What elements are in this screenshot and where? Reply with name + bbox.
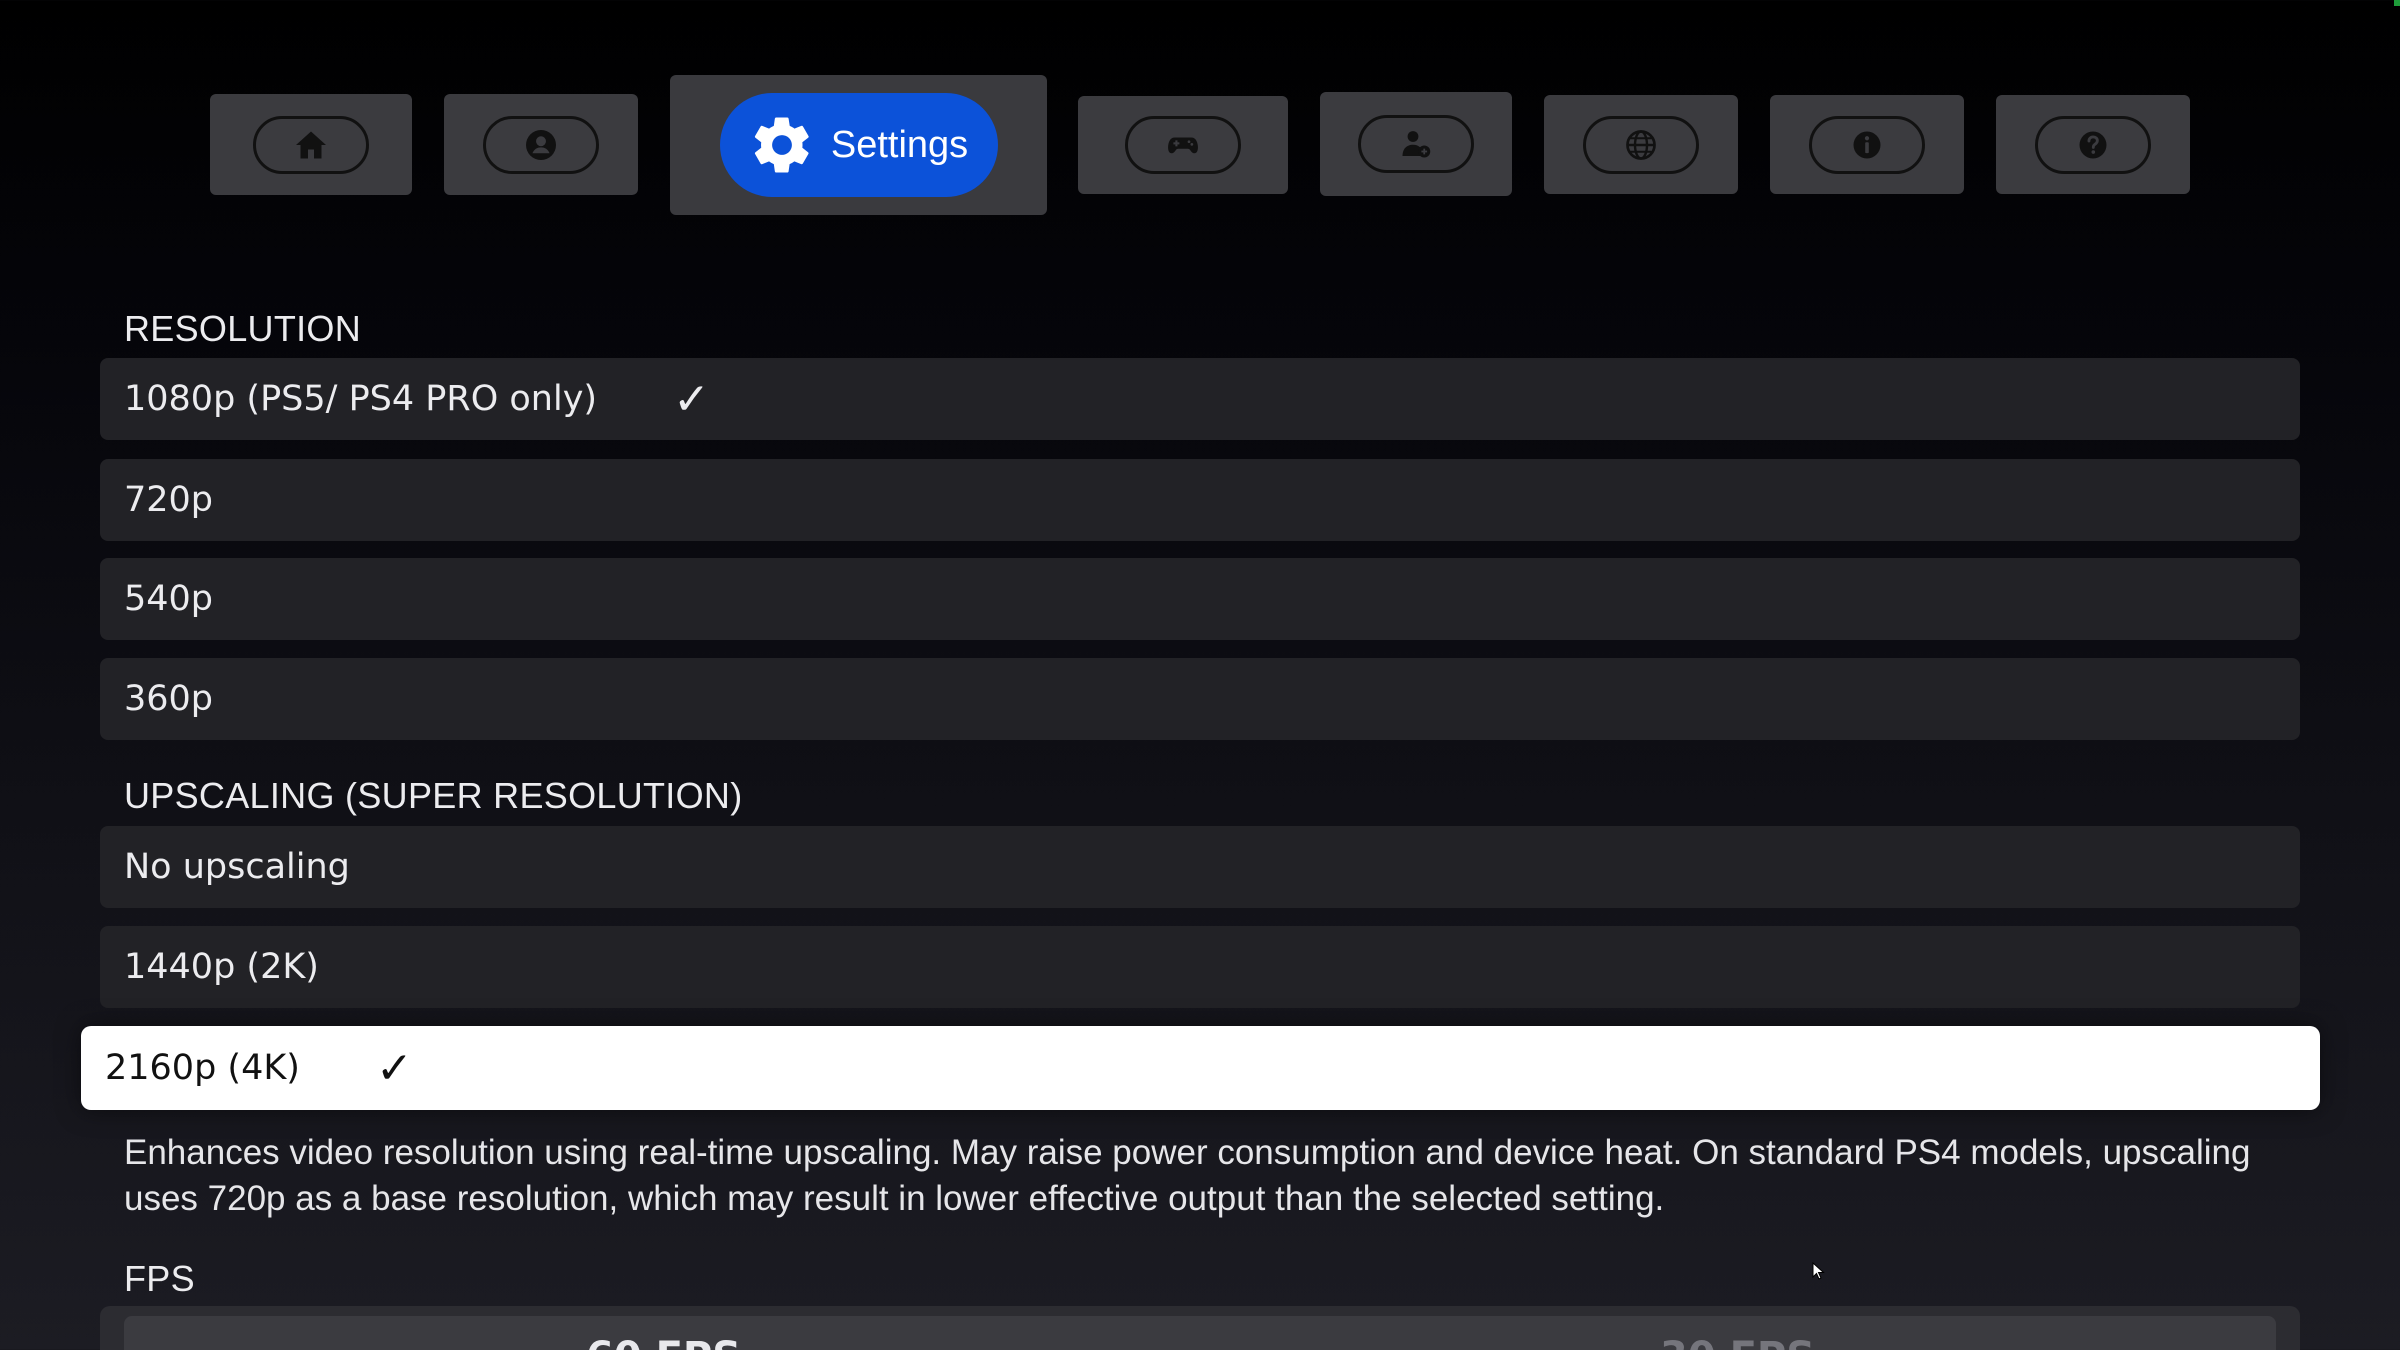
tab-add-user-pill — [1358, 115, 1474, 173]
tab-profile[interactable] — [444, 94, 638, 195]
tab-info[interactable] — [1770, 95, 1964, 194]
tab-settings[interactable]: Settings — [670, 75, 1047, 215]
resolution-option-720p[interactable]: 720p — [100, 459, 2300, 541]
resolution-option-360p[interactable]: 360p — [100, 658, 2300, 740]
option-label: 1440p (2K) — [124, 947, 319, 987]
tab-controller-pill — [1125, 116, 1241, 174]
help-icon — [2079, 131, 2107, 158]
option-label: 2160p (4K) — [105, 1048, 300, 1088]
mouse-cursor-icon — [1812, 1262, 1825, 1280]
add-user-icon — [1402, 131, 1431, 158]
tab-profile-pill — [483, 115, 599, 174]
tab-home-pill — [253, 115, 369, 174]
upscaling-option-none[interactable]: No upscaling — [100, 826, 2300, 908]
info-icon — [1853, 131, 1881, 158]
fps-option-60[interactable]: 60 FPS — [586, 1334, 741, 1350]
upscaling-option-1440p[interactable]: 1440p (2K) — [100, 926, 2300, 1008]
profile-icon — [526, 129, 556, 160]
option-label: 1080p (PS5/ PS4 PRO only) — [124, 379, 598, 419]
tab-help[interactable] — [1996, 95, 2190, 194]
tab-info-pill — [1809, 115, 1925, 174]
home-icon — [296, 131, 326, 158]
settings-gear-icon — [754, 117, 809, 173]
option-label: 720p — [124, 480, 214, 520]
tab-network[interactable] — [1544, 95, 1738, 194]
top-tab-bar: Settings — [0, 0, 2400, 230]
option-label: 360p — [124, 679, 214, 719]
globe-icon — [1626, 129, 1656, 160]
fps-segment-track — [124, 1316, 2276, 1350]
settings-pill: Settings — [719, 93, 998, 197]
option-label: 540p — [124, 579, 214, 619]
fps-segmented-control: 60 FPS 30 FPS — [100, 1306, 2300, 1350]
tab-home[interactable] — [210, 94, 412, 195]
upscaling-description: Enhances video resolution using real-tim… — [124, 1133, 2251, 1218]
fps-section-title: FPS — [124, 1258, 195, 1299]
settings-tab-label: Settings — [830, 123, 969, 166]
resolution-section-title: RESOLUTION — [124, 308, 362, 349]
tab-add-user[interactable] — [1320, 92, 1512, 196]
selected-checkmark-icon: ✓ — [375, 1042, 413, 1094]
upscaling-option-2160p[interactable]: 2160p (4K) ✓ — [81, 1026, 2320, 1110]
selected-checkmark-icon: ✓ — [673, 373, 710, 425]
upscaling-section-title: UPSCALING (SUPER RESOLUTION) — [124, 775, 743, 816]
option-label: No upscaling — [124, 847, 350, 887]
resolution-option-1080p[interactable]: 1080p (PS5/ PS4 PRO only) ✓ — [100, 358, 2300, 440]
fps-option-30[interactable]: 30 FPS — [1660, 1334, 1815, 1350]
tab-controller[interactable] — [1078, 96, 1288, 194]
resolution-option-540p[interactable]: 540p — [100, 558, 2300, 640]
gamepad-icon — [1168, 137, 1198, 154]
status-indicator-dot — [2394, 0, 2400, 6]
tab-network-pill — [1583, 115, 1699, 174]
tab-help-pill — [2035, 115, 2151, 174]
